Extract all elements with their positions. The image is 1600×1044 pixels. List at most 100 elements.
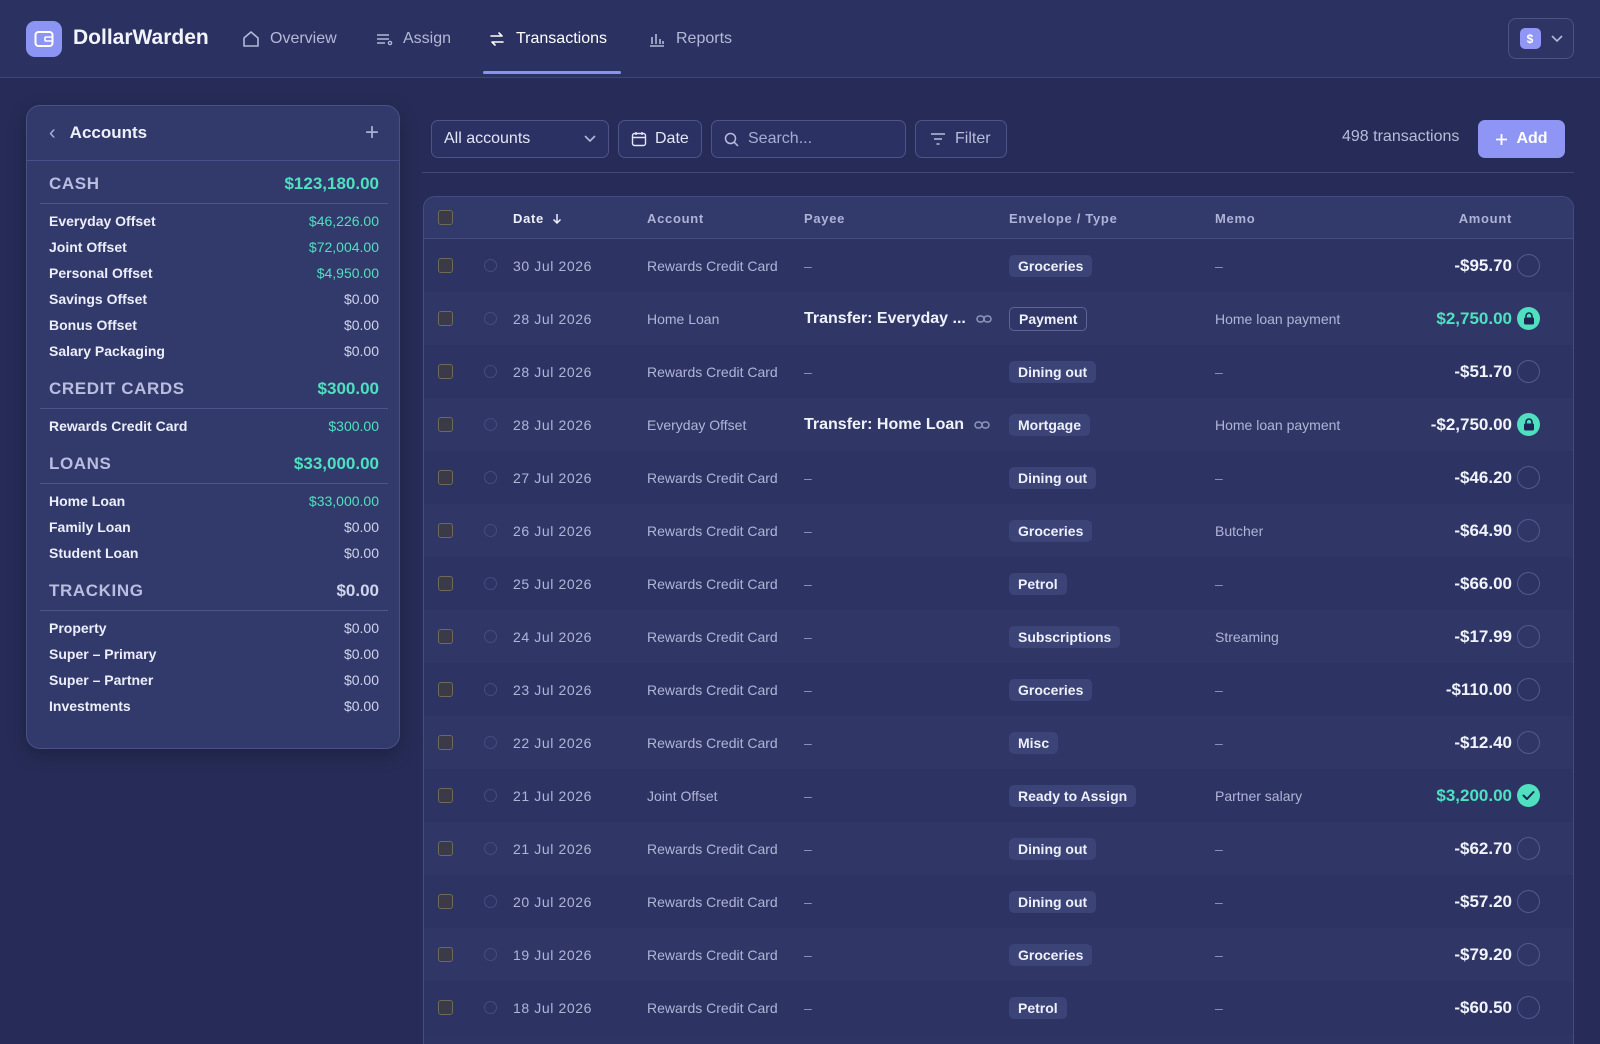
table-row[interactable]: 21 Jul 2026 Rewards Credit Card – Dining ou… (424, 822, 1573, 875)
table-row[interactable]: 23 Jul 2026 Rewards Credit Card – Groceries… (424, 663, 1573, 716)
table-row[interactable]: 27 Jul 2026 Rewards Credit Card – Dining ou… (424, 451, 1573, 504)
table-row[interactable]: 26 Jul 2026 Rewards Credit Card – Groceries… (424, 504, 1573, 557)
row-checkbox[interactable] (438, 1000, 453, 1015)
envelope-pill[interactable]: Groceries (1009, 943, 1093, 966)
account-row[interactable]: Everyday Offset $46,226.00 (49, 208, 379, 234)
cleared-check-icon[interactable] (1517, 784, 1540, 807)
uncleared-status-circle[interactable] (1517, 837, 1540, 860)
row-checkbox[interactable] (438, 841, 453, 856)
envelope-pill[interactable]: Mortgage (1009, 413, 1090, 436)
uncleared-status-circle[interactable] (1517, 731, 1540, 754)
uncleared-status-circle[interactable] (1517, 466, 1540, 489)
row-checkbox[interactable] (438, 788, 453, 803)
envelope-pill[interactable]: Payment (1009, 306, 1088, 331)
envelope-pill[interactable]: Dining out (1009, 360, 1097, 383)
filter-button[interactable]: Filter (915, 120, 1007, 158)
row-checkbox[interactable] (438, 523, 453, 538)
account-row[interactable]: Rewards Credit Card $300.00 (49, 413, 379, 439)
collapse-chevron-left-icon[interactable]: ‹ (49, 122, 56, 145)
row-checkbox[interactable] (438, 258, 453, 273)
account-row[interactable]: Super – Partner $0.00 (49, 667, 379, 693)
uncleared-status-circle[interactable] (1517, 890, 1540, 913)
row-checkbox[interactable] (438, 947, 453, 962)
account-row[interactable]: Savings Offset $0.00 (49, 286, 379, 312)
table-row[interactable]: 30 Jul 2026 Rewards Credit Card – Groceries… (424, 239, 1573, 292)
reconciled-lock-icon[interactable] (1517, 413, 1540, 436)
date-filter-button[interactable]: Date (618, 120, 702, 158)
envelope-pill[interactable]: Dining out (1009, 890, 1097, 913)
account-row[interactable]: Investments $0.00 (49, 693, 379, 719)
select-all-checkbox[interactable] (438, 210, 453, 225)
payee-column-header[interactable]: Payee (804, 211, 845, 226)
account-row[interactable]: Family Loan $0.00 (49, 514, 379, 540)
envelope-pill[interactable]: Subscriptions (1009, 625, 1121, 648)
envelope-pill[interactable]: Groceries (1009, 678, 1093, 701)
row-checkbox[interactable] (438, 629, 453, 644)
envelope-pill[interactable]: Misc (1009, 731, 1059, 754)
uncleared-status-circle[interactable] (1517, 360, 1540, 383)
row-checkbox[interactable] (438, 364, 453, 379)
table-row[interactable]: 20 Jul 2026 Rewards Credit Card – Dining ou… (424, 875, 1573, 928)
nav-transactions[interactable]: Transactions (488, 0, 607, 78)
row-checkbox[interactable] (438, 894, 453, 909)
account-group-credit-cards[interactable]: CREDIT CARDS $300.00 (49, 375, 379, 403)
table-row[interactable]: 18 Jul 2026 Rewards Credit Card – Petrol – -$… (424, 981, 1573, 1034)
envelope-pill[interactable]: Groceries (1009, 519, 1093, 542)
table-row[interactable]: 28 Jul 2026 Rewards Credit Card – Dining ou… (424, 345, 1573, 398)
account-row[interactable]: Super – Primary $0.00 (49, 641, 379, 667)
account-filter-select[interactable]: All accounts (431, 120, 609, 158)
envelope-pill[interactable]: Dining out (1009, 466, 1097, 489)
table-row[interactable]: 24 Jul 2026 Rewards Credit Card – Subscript… (424, 610, 1573, 663)
account-group-tracking[interactable]: TRACKING $0.00 (49, 577, 379, 605)
row-checkbox[interactable] (438, 735, 453, 750)
uncleared-status-circle[interactable] (1517, 519, 1540, 542)
uncleared-status-circle[interactable] (1517, 996, 1540, 1019)
account-row[interactable]: Joint Offset $72,004.00 (49, 234, 379, 260)
envelope-pill[interactable]: Groceries (1009, 254, 1093, 277)
link-icon[interactable] (974, 420, 990, 430)
table-row[interactable]: 28 Jul 2026 Home Loan Transfer: Everyday .… (424, 292, 1573, 345)
table-row[interactable]: 28 Jul 2026 Everyday Offset Transfer: Home… (424, 398, 1573, 451)
envelope-column-header[interactable]: Envelope / Type (1009, 211, 1118, 226)
amount-column-header[interactable]: Amount (1459, 211, 1512, 226)
account-row[interactable]: Student Loan $0.00 (49, 540, 379, 566)
uncleared-status-circle[interactable] (1517, 572, 1540, 595)
uncleared-status-circle[interactable] (1517, 678, 1540, 701)
account-row[interactable]: Salary Packaging $0.00 (49, 338, 379, 364)
row-checkbox[interactable] (438, 470, 453, 485)
add-account-plus-icon[interactable]: + (365, 119, 379, 147)
envelope-pill[interactable]: Dining out (1009, 837, 1097, 860)
uncleared-status-circle[interactable] (1517, 943, 1540, 966)
uncleared-status-circle[interactable] (1517, 254, 1540, 277)
row-checkbox[interactable] (438, 311, 453, 326)
envelope-pill[interactable]: Petrol (1009, 996, 1067, 1019)
memo-column-header[interactable]: Memo (1215, 211, 1255, 226)
account-group-loans[interactable]: LOANS $33,000.00 (49, 450, 379, 478)
row-checkbox[interactable] (438, 417, 453, 432)
table-row[interactable]: 22 Jul 2026 Rewards Credit Card – Misc – -$12… (424, 716, 1573, 769)
add-transaction-button[interactable]: Add (1478, 120, 1565, 158)
nav-reports[interactable]: Reports (648, 0, 732, 78)
wallet-logo-icon[interactable] (26, 21, 62, 57)
account-row[interactable]: Home Loan $33,000.00 (49, 488, 379, 514)
link-icon[interactable] (976, 314, 992, 324)
account-row[interactable]: Personal Offset $4,950.00 (49, 260, 379, 286)
row-checkbox[interactable] (438, 682, 453, 697)
table-row[interactable]: 25 Jul 2026 Rewards Credit Card – Petrol – -$… (424, 557, 1573, 610)
account-row[interactable]: Bonus Offset $0.00 (49, 312, 379, 338)
nav-overview[interactable]: Overview (242, 0, 337, 78)
uncleared-status-circle[interactable] (1517, 625, 1540, 648)
reconciled-lock-icon[interactable] (1517, 307, 1540, 330)
account-row[interactable]: Property $0.00 (49, 615, 379, 641)
table-row[interactable]: 19 Jul 2026 Rewards Credit Card – Groceries… (424, 928, 1573, 981)
search-input[interactable]: Search... (711, 120, 906, 158)
table-row[interactable]: 21 Jul 2026 Joint Offset – Ready to Assign P… (424, 769, 1573, 822)
nav-assign[interactable]: Assign (375, 0, 451, 78)
envelope-pill[interactable]: Ready to Assign (1009, 784, 1137, 807)
row-checkbox[interactable] (438, 576, 453, 591)
user-menu-button[interactable]: $ (1508, 18, 1574, 59)
account-column-header[interactable]: Account (647, 211, 704, 226)
envelope-pill[interactable]: Petrol (1009, 572, 1067, 595)
date-column-header[interactable]: Date (513, 211, 562, 226)
account-group-cash[interactable]: CASH $123,180.00 (49, 170, 379, 198)
